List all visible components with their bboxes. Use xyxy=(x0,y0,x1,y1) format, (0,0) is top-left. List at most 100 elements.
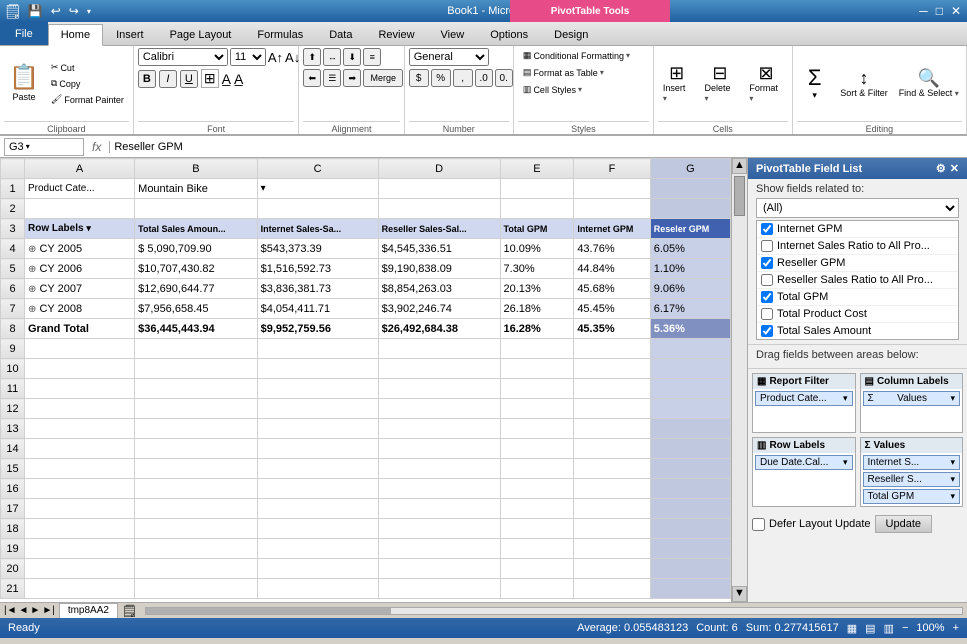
underline-button[interactable]: U xyxy=(180,70,198,88)
currency-btn[interactable]: $ xyxy=(409,69,429,87)
cell-e4[interactable]: 10.09% xyxy=(500,239,574,259)
cell-d5[interactable]: $9,190,838.09 xyxy=(378,259,500,279)
values-item-reseller-s[interactable]: Reseller S... ▾ xyxy=(863,472,961,487)
delete-btn[interactable]: ⊟ Delete ▾ xyxy=(699,61,740,107)
paste-button[interactable]: 📋 Paste xyxy=(4,62,44,104)
cell-e8[interactable]: 16.28% xyxy=(500,319,574,339)
sort-filter-btn[interactable]: ↕ Sort & Filter xyxy=(837,66,892,102)
cell-a8[interactable]: Grand Total xyxy=(25,319,135,339)
qat-dropdown[interactable]: ▾ xyxy=(85,7,93,16)
cell-g2[interactable] xyxy=(650,199,730,219)
scroll-up-btn[interactable]: ▲ xyxy=(732,158,747,174)
increase-decimal-btn[interactable]: .0 xyxy=(475,69,493,87)
scroll-track[interactable] xyxy=(732,174,747,586)
cell-a9[interactable] xyxy=(25,339,135,359)
find-select-btn[interactable]: 🔍 Find & Select ▾ xyxy=(895,66,962,102)
tab-data[interactable]: Data xyxy=(316,23,365,45)
sheet-last-btn[interactable]: ►| xyxy=(42,605,55,616)
merge-btn[interactable]: Merge xyxy=(363,69,403,87)
cell-b6[interactable]: $12,690,644.77 xyxy=(135,279,257,299)
tab-view[interactable]: View xyxy=(428,23,478,45)
view-layout-btn[interactable]: ▤ xyxy=(865,622,875,635)
cell-e6[interactable]: 20.13% xyxy=(500,279,574,299)
vertical-scrollbar[interactable]: ▲ ▼ xyxy=(731,158,747,602)
horiz-scroll-thumb[interactable] xyxy=(146,608,391,614)
font-name-select[interactable]: Calibri xyxy=(138,48,228,66)
field-item-reseller-sales-ratio[interactable]: Reseller Sales Ratio to All Pro... xyxy=(757,272,958,289)
cell-b3[interactable]: Total Sales Amoun... xyxy=(135,219,257,239)
cell-c5[interactable]: $1,516,592.73 xyxy=(257,259,378,279)
add-sheet-icon[interactable]: 🗒 xyxy=(122,604,137,618)
cell-c3[interactable]: Internet Sales-Sa... xyxy=(257,219,378,239)
due-date-chevron[interactable]: ▾ xyxy=(843,457,848,468)
cell-c4[interactable]: $543,373.39 xyxy=(257,239,378,259)
cell-f1[interactable] xyxy=(574,179,650,199)
cell-a3[interactable]: Row Labels ▾ xyxy=(25,219,135,239)
cell-b4[interactable]: $ 5,090,709.90 xyxy=(135,239,257,259)
view-normal-btn[interactable]: ▦ xyxy=(847,622,857,635)
cell-c8[interactable]: $9,952,759.56 xyxy=(257,319,378,339)
cell-d1[interactable] xyxy=(378,179,500,199)
field-checkbox-internet-sales-ratio[interactable] xyxy=(761,240,773,252)
field-checkbox-total-gpm[interactable] xyxy=(761,291,773,303)
col-header-a[interactable]: A xyxy=(25,159,135,179)
cell-d4[interactable]: $4,545,336.51 xyxy=(378,239,500,259)
field-checkbox-total-sales-amount[interactable] xyxy=(761,325,773,337)
scroll-down-btn[interactable]: ▼ xyxy=(732,586,747,602)
pivot-close-icon[interactable]: ✕ xyxy=(950,162,959,175)
minimize-btn[interactable]: ─ xyxy=(917,4,930,18)
field-checkbox-internet-gpm[interactable] xyxy=(761,223,773,235)
format-painter-button[interactable]: 🖌 Format Painter xyxy=(46,92,129,107)
fill-color-button[interactable]: A̲ xyxy=(222,71,231,87)
report-filter-zone[interactable]: ▦ Report Filter Product Cate... ▾ xyxy=(752,373,856,433)
align-bottom-btn[interactable]: ⬇ xyxy=(343,48,361,66)
cell-g8[interactable]: 5.36% xyxy=(650,319,730,339)
reseller-s-chevron[interactable]: ▾ xyxy=(950,474,955,485)
font-size-select[interactable]: 11 xyxy=(230,48,266,66)
field-checkbox-reseller-gpm[interactable] xyxy=(761,257,773,269)
cell-a7[interactable]: ⊕ CY 2008 xyxy=(25,299,135,319)
cell-c6[interactable]: $3,836,381.73 xyxy=(257,279,378,299)
cell-g3[interactable]: Reseler GPM xyxy=(650,219,730,239)
qat-undo[interactable]: ↩ xyxy=(49,4,63,18)
align-left-btn[interactable]: ⬅ xyxy=(303,69,321,87)
col-header-f[interactable]: F xyxy=(574,159,650,179)
align-right-btn[interactable]: ➡ xyxy=(343,69,361,87)
horiz-scroll-area[interactable] xyxy=(141,603,967,618)
maximize-btn[interactable]: □ xyxy=(934,4,945,18)
cell-f6[interactable]: 45.68% xyxy=(574,279,650,299)
percent-btn[interactable]: % xyxy=(431,69,451,87)
cell-e7[interactable]: 26.18% xyxy=(500,299,574,319)
align-middle-btn[interactable]: ↔ xyxy=(323,48,341,66)
field-item-internet-sales-ratio[interactable]: Internet Sales Ratio to All Pro... xyxy=(757,238,958,255)
cell-c2[interactable] xyxy=(257,199,378,219)
row-labels-zone[interactable]: ▥ Row Labels Due Date.Cal... ▾ xyxy=(752,437,856,507)
cell-d6[interactable]: $8,854,263.03 xyxy=(378,279,500,299)
col-header-c[interactable]: C xyxy=(257,159,378,179)
zoom-in-btn[interactable]: + xyxy=(953,622,959,634)
product-cate-chevron[interactable]: ▾ xyxy=(843,393,848,404)
values-zone[interactable]: Σ Values Internet S... ▾ Reseller S... ▾… xyxy=(860,437,964,507)
tab-options[interactable]: Options xyxy=(477,23,541,45)
border-button[interactable]: ⊞ xyxy=(201,69,219,88)
column-labels-zone[interactable]: ▤ Column Labels Σ Values ▾ xyxy=(860,373,964,433)
cell-e5[interactable]: 7.30% xyxy=(500,259,574,279)
cell-d8[interactable]: $26,492,684.38 xyxy=(378,319,500,339)
format-btn[interactable]: ⊠ Format ▾ xyxy=(744,61,787,107)
align-center-btn[interactable]: ☰ xyxy=(323,69,341,87)
cell-f4[interactable]: 43.76% xyxy=(574,239,650,259)
cell-c7[interactable]: $4,054,411.71 xyxy=(257,299,378,319)
cell-a4[interactable]: ⊕ CY 2005 xyxy=(25,239,135,259)
qat-save[interactable]: 💾 xyxy=(26,4,45,18)
field-item-total-product-cost[interactable]: Total Product Cost xyxy=(757,306,958,323)
cell-f7[interactable]: 45.45% xyxy=(574,299,650,319)
report-filter-item-product-cate[interactable]: Product Cate... ▾ xyxy=(755,391,853,406)
cell-a2[interactable] xyxy=(25,199,135,219)
formula-display[interactable]: Reseller GPM xyxy=(109,141,963,153)
scroll-thumb[interactable] xyxy=(734,176,745,216)
cell-a6[interactable]: ⊕ CY 2007 xyxy=(25,279,135,299)
cell-d3[interactable]: Reseller Sales-Sal... xyxy=(378,219,500,239)
tab-review[interactable]: Review xyxy=(365,23,427,45)
field-item-internet-gpm[interactable]: Internet GPM xyxy=(757,221,958,238)
autosum-btn[interactable]: Σ ▾ xyxy=(797,63,833,104)
